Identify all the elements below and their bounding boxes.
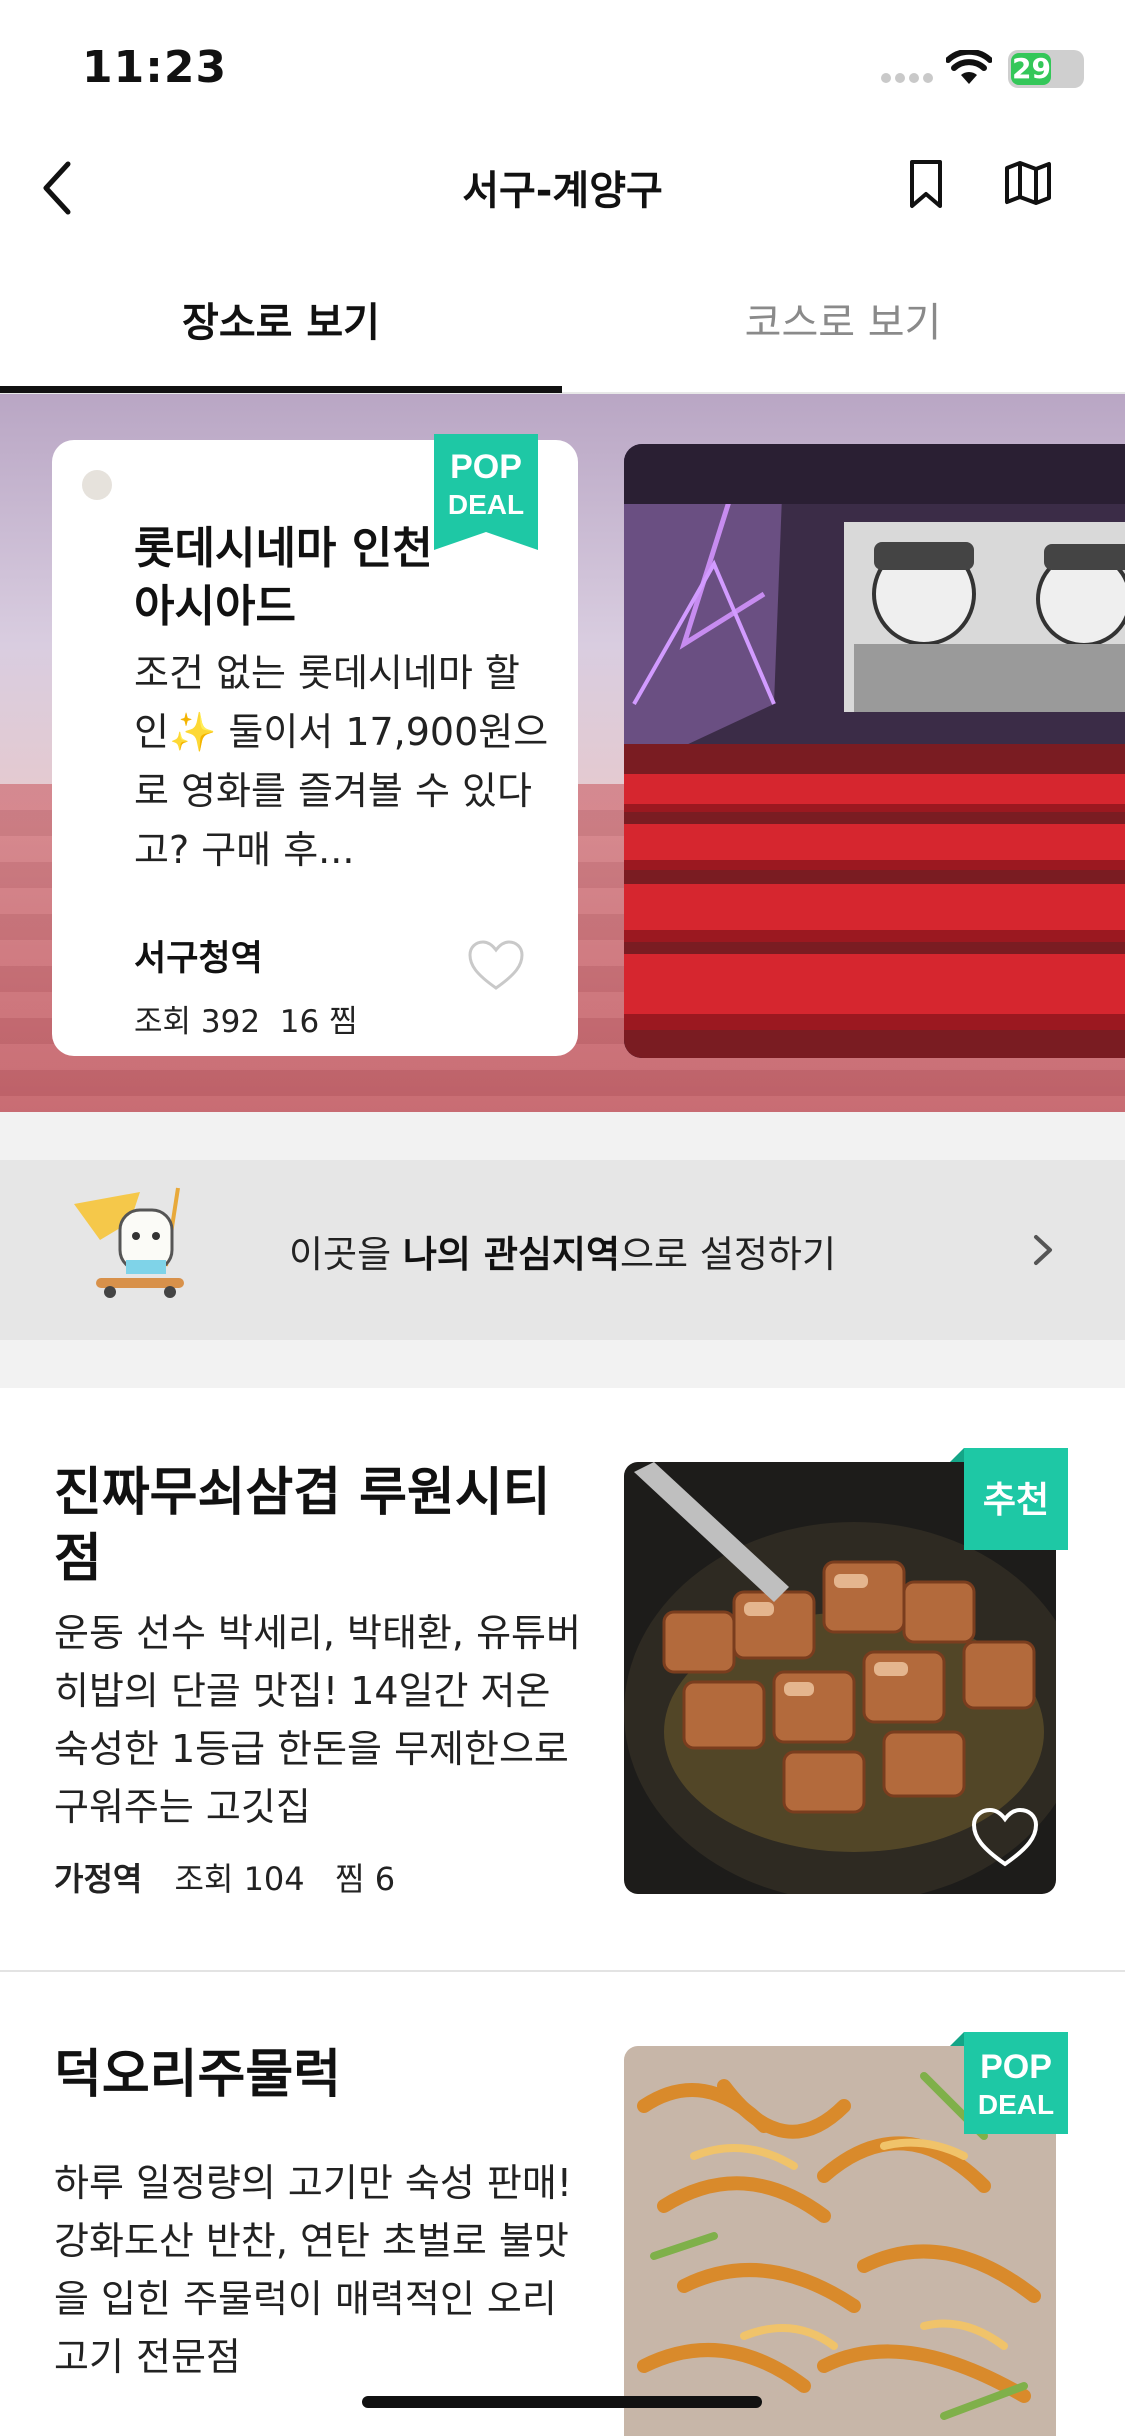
cinema-photo[interactable] — [624, 444, 1125, 1058]
featured-location: 서구청역 — [134, 939, 263, 979]
list-item-title: 덕오리주물럭 — [54, 2045, 342, 2105]
tab-places[interactable]: 장소로 보기 — [0, 290, 562, 348]
pop-deal-badge: POP DEAL — [950, 2032, 1068, 2134]
view-tabs: 장소로 보기 코스로 보기 — [0, 260, 1125, 394]
list-item-description: 하루 일정량의 고기만 숙성 판매! 강화도산 반찬, 연탄 초벌로 불맛을 입… — [54, 2161, 573, 2379]
wifi-icon — [946, 50, 992, 84]
page-title: 서구-계양구 — [462, 168, 663, 214]
recommend-badge: 추천 — [950, 1448, 1068, 1550]
featured-title: 롯데시네마 인천아시아드 — [134, 523, 433, 632]
heart-icon[interactable] — [970, 1806, 1040, 1870]
svg-text:DEAL: DEAL — [978, 2089, 1054, 2120]
badge-line2: DEAL — [448, 489, 524, 520]
featured-stats: 조회 392 16 찜 — [134, 1004, 358, 1040]
featured-carousel[interactable]: POP DEAL 롯데시네마 인천아시아드 조건 없는 롯데시네마 할인✨ 둘이… — [0, 394, 1125, 1112]
map-icon[interactable] — [1004, 160, 1052, 206]
list-item-stats: 가정역 조회 104 찜 6 — [54, 1860, 396, 1898]
featured-card[interactable]: POP DEAL 롯데시네마 인천아시아드 조건 없는 롯데시네마 할인✨ 둘이… — [52, 434, 578, 1056]
heart-icon[interactable] — [466, 938, 526, 994]
interest-region-banner[interactable]: 이곳을 나의 관심지역으로 설정하기 — [0, 1160, 1125, 1340]
svg-text:POP: POP — [980, 2048, 1052, 2086]
nav-bar: 서구-계양구 — [0, 130, 1125, 250]
bookmark-icon[interactable] — [906, 158, 946, 210]
signal-icon — [881, 73, 933, 83]
list-item-title: 진짜무쇠삼겹 루원시티점 — [54, 1463, 551, 1589]
carousel-dot — [82, 470, 112, 500]
list-item[interactable]: 진짜무쇠삼겹 루원시티점 운동 선수 박세리, 박태환, 유튜버 히밥의 단골 … — [0, 1388, 1125, 1972]
battery-indicator: 29 — [1008, 50, 1084, 88]
section-gap — [0, 1340, 1125, 1388]
home-indicator — [362, 2396, 762, 2408]
active-tab-indicator — [0, 386, 562, 393]
section-gap — [0, 1112, 1125, 1160]
status-bar: 11:23 29 — [0, 0, 1125, 130]
chevron-right-icon[interactable] — [1030, 1232, 1056, 1268]
list-item-description: 운동 선수 박세리, 박태환, 유튜버 히밥의 단골 맛집! 14일간 저온 숙… — [54, 1611, 581, 1829]
status-time: 11:23 — [82, 42, 228, 93]
tab-courses[interactable]: 코스로 보기 — [562, 290, 1124, 348]
svg-text:추천: 추천 — [983, 1480, 1049, 1521]
featured-description: 조건 없는 롯데시네마 할인✨ 둘이서 17,900원으로 영화를 즐겨볼 수 … — [134, 651, 549, 872]
badge-line1: POP — [450, 448, 522, 486]
interest-banner-text: 이곳을 나의 관심지역으로 설정하기 — [288, 1233, 837, 1276]
list-item[interactable]: 덕오리주물럭 하루 일정량의 고기만 숙성 판매! 강화도산 반찬, 연탄 초벌… — [0, 1974, 1125, 2436]
